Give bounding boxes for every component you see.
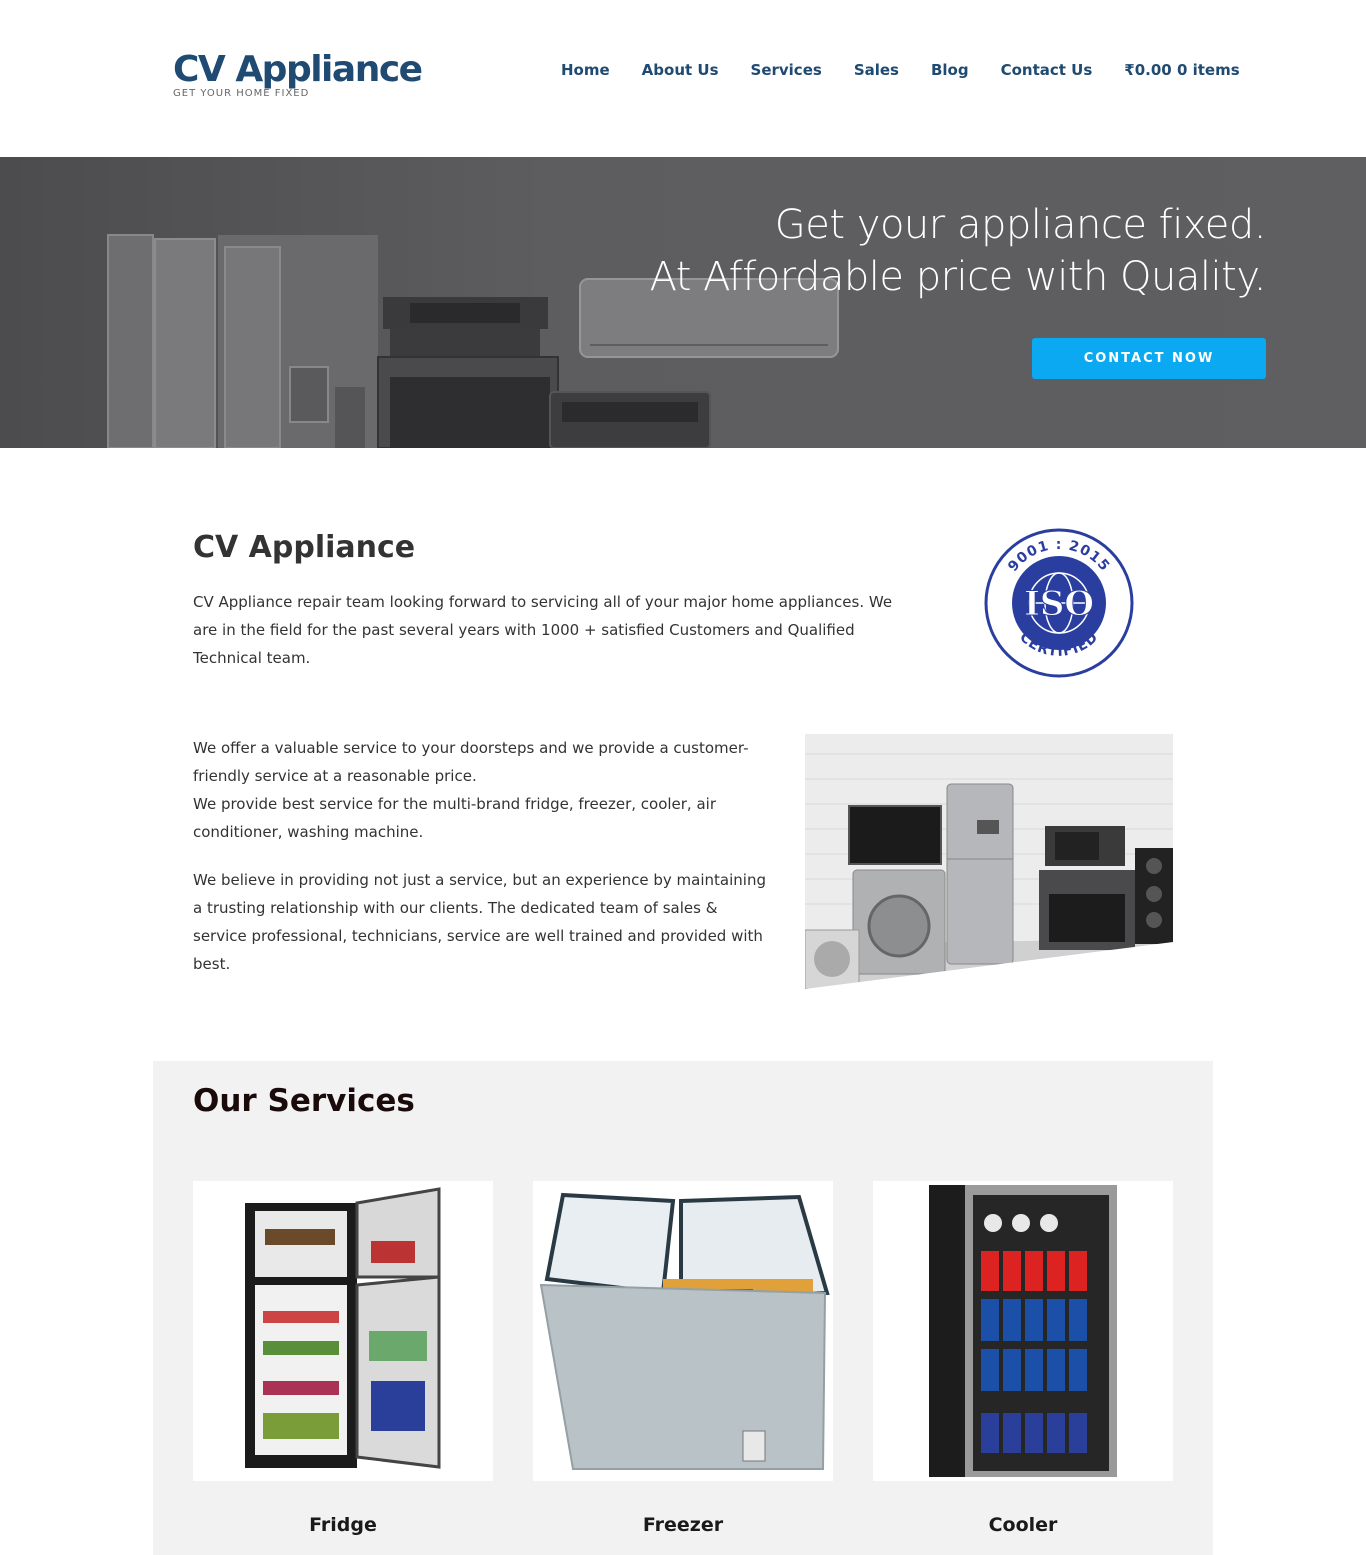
service-card-fridge[interactable]: Fridge xyxy=(193,1181,493,1536)
service-card-freezer[interactable]: Freezer xyxy=(533,1181,833,1536)
service-label-cooler: Cooler xyxy=(988,1514,1058,1536)
main-nav: Home About Us Services Sales Blog Contac… xyxy=(561,61,1240,79)
cooler-image xyxy=(873,1181,1173,1481)
site-header: CV Appliance GET YOUR HOME FIXED Home Ab… xyxy=(0,0,1366,157)
service-card-cooler[interactable]: Cooler xyxy=(873,1181,1173,1536)
services-section: Our Services Fridge Freezer Cooler xyxy=(153,1061,1213,1555)
about-title: CV Appliance xyxy=(193,530,416,565)
hero-line-2: At Affordable price with Quality. xyxy=(649,254,1267,300)
nav-home[interactable]: Home xyxy=(561,61,610,79)
offer-text: We offer a valuable service to your door… xyxy=(193,734,773,998)
nav-cart[interactable]: ₹0.00 0 items xyxy=(1124,61,1239,79)
nav-sales[interactable]: Sales xyxy=(854,61,899,79)
iso-certified-badge: 9001 : 2015 ISO CERTIFIED xyxy=(984,528,1134,678)
iso-text: ISO xyxy=(1024,584,1094,624)
logo-title: CV Appliance xyxy=(173,49,423,90)
service-label-fridge: Fridge xyxy=(309,1514,377,1536)
services-title: Our Services xyxy=(193,1083,415,1119)
offer-line-2: We provide best service for the multi-br… xyxy=(193,795,716,841)
site-logo[interactable]: CV Appliance GET YOUR HOME FIXED xyxy=(173,48,423,99)
nav-contact-us[interactable]: Contact Us xyxy=(1001,61,1093,79)
nav-blog[interactable]: Blog xyxy=(931,61,969,79)
fridge-image xyxy=(193,1181,493,1481)
hero-line-1: Get your appliance fixed. xyxy=(774,202,1267,248)
nav-about-us[interactable]: About Us xyxy=(642,61,719,79)
hero-heading: Get your appliance fixed. At Affordable … xyxy=(649,199,1267,303)
offer-paragraph-2: We believe in providing not just a servi… xyxy=(193,871,766,973)
offer-line-1: We offer a valuable service to your door… xyxy=(193,739,749,785)
about-paragraph: CV Appliance repair team looking forward… xyxy=(193,593,893,667)
hero-banner: Get your appliance fixed. At Affordable … xyxy=(0,157,1366,448)
offer-paragraph-1: We offer a valuable service to your door… xyxy=(193,734,773,846)
nav-services[interactable]: Services xyxy=(751,61,822,79)
service-label-freezer: Freezer xyxy=(642,1514,724,1536)
appliances-group-image xyxy=(805,734,1173,989)
contact-now-button[interactable]: CONTACT NOW xyxy=(1032,338,1266,379)
freezer-image xyxy=(533,1181,833,1481)
